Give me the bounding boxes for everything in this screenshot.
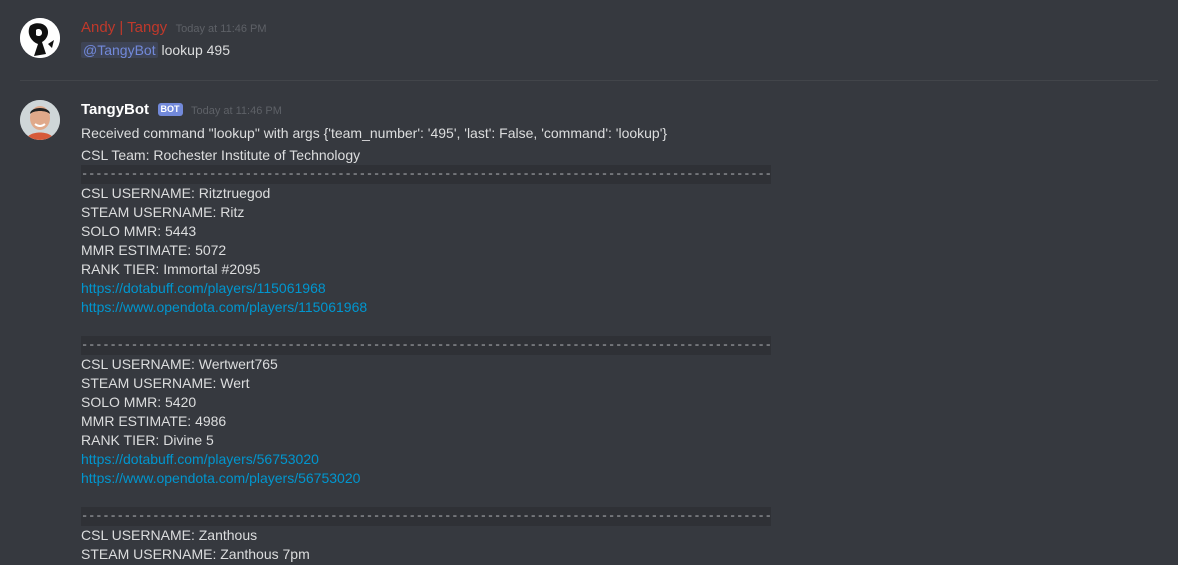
steam-username: STEAM USERNAME: Zanthous 7pm <box>81 546 310 562</box>
dotabuff-link[interactable]: https://dotabuff.com/players/56753020 <box>81 450 319 469</box>
mention-tangybot[interactable]: @TangyBot <box>81 42 158 58</box>
csl-username: CSL USERNAME: Zanthous <box>81 527 258 543</box>
username[interactable]: Andy | Tangy <box>81 19 167 36</box>
username[interactable]: TangyBot <box>81 101 149 118</box>
solo-mmr: SOLO MMR: 5420 <box>81 394 197 410</box>
dotabuff-link[interactable]: https://dotabuff.com/players/115061968 <box>81 279 326 298</box>
mmr-estimate: MMR ESTIMATE: 5072 <box>81 242 227 258</box>
steam-username: STEAM USERNAME: Ritz <box>81 204 245 220</box>
mmr-estimate: MMR ESTIMATE: 4986 <box>81 413 227 429</box>
avatar[interactable] <box>20 18 60 58</box>
separator: ----------------------------------------… <box>81 507 771 526</box>
avatar-image <box>20 100 60 140</box>
avatar-image <box>20 18 60 58</box>
opendota-link[interactable]: https://www.opendota.com/players/5675302… <box>81 469 360 488</box>
timestamp: Today at 11:46 PM <box>190 105 282 117</box>
rank-tier: RANK TIER: Divine 5 <box>81 432 214 448</box>
message-text: lookup 495 <box>157 42 230 58</box>
message-content: @TangyBot lookup 495 <box>81 41 230 60</box>
command-echo: Received command "lookup" with args {'te… <box>81 125 668 141</box>
message-divider <box>20 80 1158 81</box>
csl-username: CSL USERNAME: Ritztruegod <box>81 185 271 201</box>
timestamp: Today at 11:46 PM <box>175 23 267 35</box>
team-line: CSL Team: Rochester Institute of Technol… <box>81 147 361 163</box>
separator: ----------------------------------------… <box>81 165 771 184</box>
separator: ----------------------------------------… <box>81 336 771 355</box>
bot-tag: BOT <box>157 103 183 116</box>
steam-username: STEAM USERNAME: Wert <box>81 375 250 391</box>
csl-username: CSL USERNAME: Wertwert765 <box>81 356 278 372</box>
avatar[interactable] <box>20 100 60 140</box>
rank-tier: RANK TIER: Immortal #2095 <box>81 261 261 277</box>
solo-mmr: SOLO MMR: 5443 <box>81 223 197 239</box>
opendota-link[interactable]: https://www.opendota.com/players/1150619… <box>81 298 367 317</box>
